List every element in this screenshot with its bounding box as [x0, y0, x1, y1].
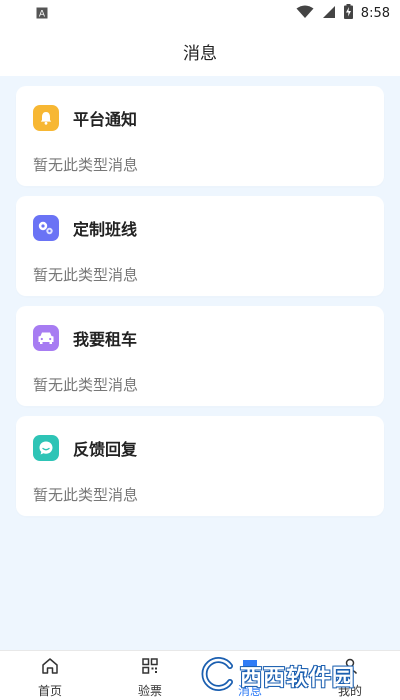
tab-label: 首页 — [37, 684, 62, 698]
card-title: 平台通知 — [73, 110, 138, 129]
status-bar: A 8:58 — [0, 0, 400, 26]
message-card-platform-notice[interactable]: 平台通知 暂无此类型消息 — [16, 86, 384, 186]
route-icon — [33, 215, 59, 241]
card-subtitle: 暂无此类型消息 — [33, 486, 139, 504]
card-title: 定制班线 — [73, 220, 138, 239]
card-subtitle: 暂无此类型消息 — [33, 376, 139, 394]
card-title: 反馈回复 — [73, 440, 138, 459]
watermark-text: 西西软件园 — [240, 666, 356, 691]
svg-text:A: A — [39, 9, 46, 19]
a-box-icon: A — [36, 4, 48, 23]
signal-icon — [322, 4, 336, 23]
message-card-feedback-reply[interactable]: 反馈回复 暂无此类型消息 — [16, 416, 384, 516]
bell-icon — [33, 105, 59, 131]
tab-label: 验票 — [137, 684, 162, 698]
home-icon — [40, 656, 60, 680]
battery-charging-icon — [343, 3, 353, 23]
tab-ticket-check[interactable]: 验票 — [100, 651, 200, 700]
card-subtitle: 暂无此类型消息 — [33, 156, 139, 174]
card-subtitle: 暂无此类型消息 — [33, 266, 139, 284]
page-title: 消息 — [183, 43, 217, 64]
qr-code-icon — [140, 656, 160, 680]
tab-home[interactable]: 首页 — [0, 651, 100, 700]
chat-icon — [33, 435, 59, 461]
car-icon — [33, 325, 59, 351]
status-time: 8:58 — [360, 5, 390, 21]
message-card-car-rental[interactable]: 我要租车 暂无此类型消息 — [16, 306, 384, 406]
watermark-logo-icon — [200, 656, 236, 696]
page-header: 消息 — [0, 26, 400, 76]
message-list: 平台通知 暂无此类型消息 定制班线 暂无此类型消息 我要租车 暂无此类型消息 反… — [0, 76, 400, 650]
wifi-icon — [296, 4, 314, 23]
watermark: 西西软件园 — [200, 655, 390, 697]
card-title: 我要租车 — [73, 330, 138, 349]
message-card-custom-route[interactable]: 定制班线 暂无此类型消息 — [16, 196, 384, 296]
